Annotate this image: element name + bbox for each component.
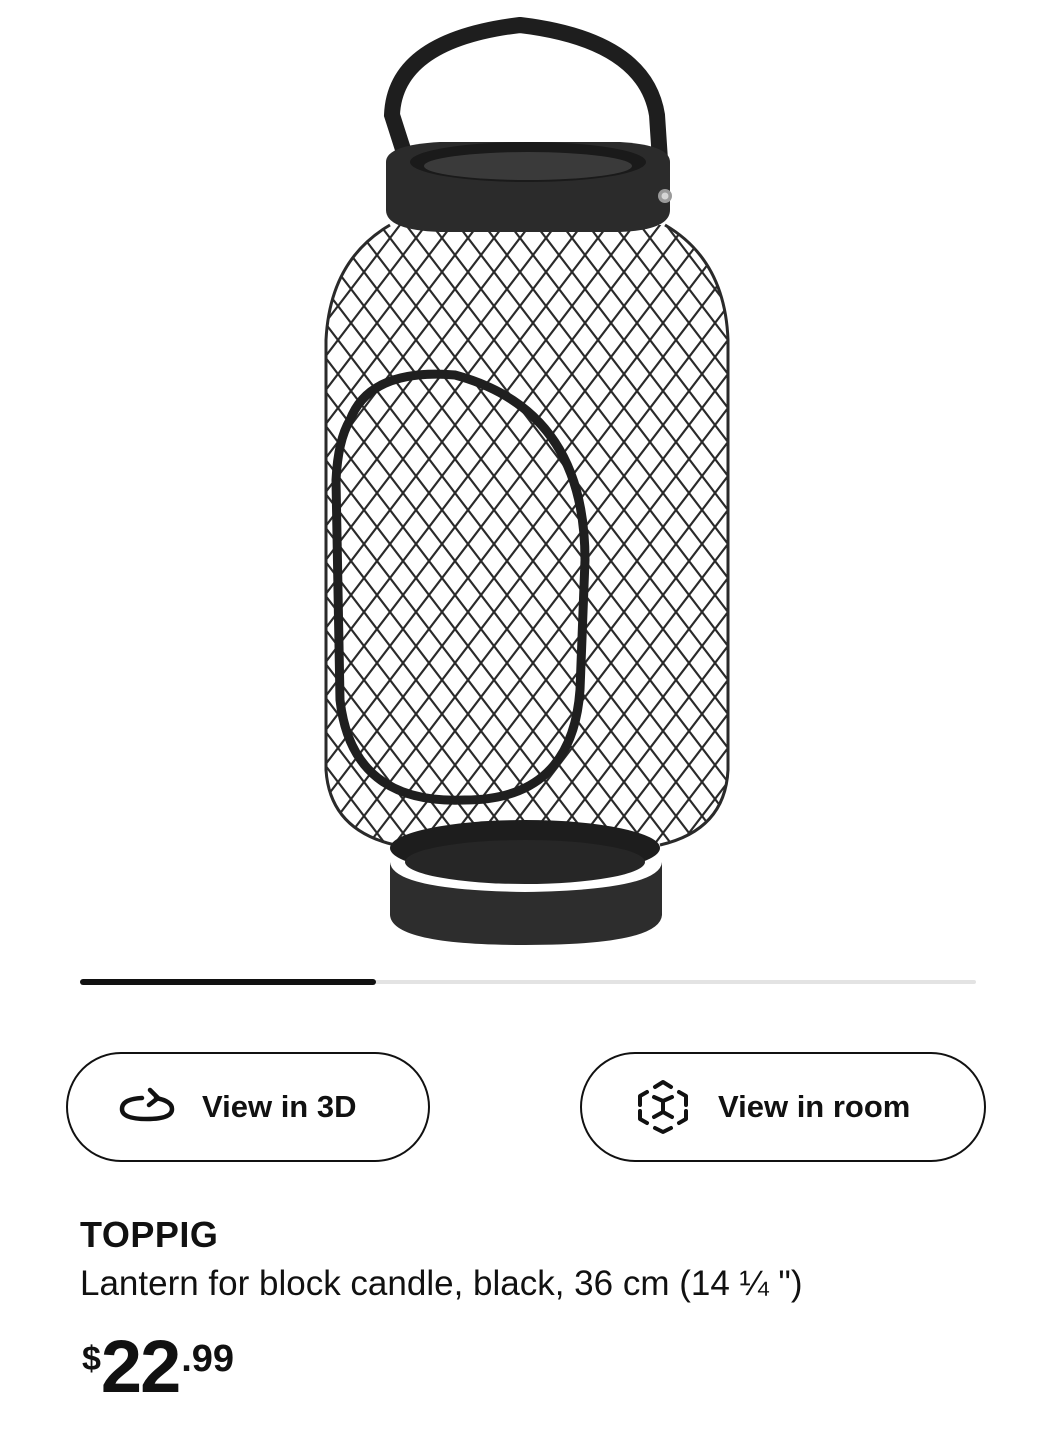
price-currency: $ xyxy=(82,1340,101,1378)
view-in-3d-label: View in 3D xyxy=(202,1089,357,1124)
rotate-3d-icon xyxy=(118,1078,176,1136)
augmented-reality-cube-icon xyxy=(634,1078,692,1136)
product-image[interactable] xyxy=(0,0,1054,960)
image-carousel-progress xyxy=(80,979,976,985)
view-in-room-button[interactable]: View in room xyxy=(580,1052,986,1162)
carousel-progress-fill xyxy=(80,979,376,985)
view-in-room-label: View in room xyxy=(718,1089,911,1124)
product-name[interactable]: TOPPIG xyxy=(80,1214,218,1256)
product-price: $ 22 .99 xyxy=(82,1330,234,1404)
price-decimal: .99 xyxy=(181,1338,235,1380)
view-in-3d-button[interactable]: View in 3D xyxy=(66,1052,430,1162)
product-description: Lantern for block candle, black, 36 cm (… xyxy=(80,1264,803,1303)
price-integer: 22 xyxy=(100,1325,181,1408)
